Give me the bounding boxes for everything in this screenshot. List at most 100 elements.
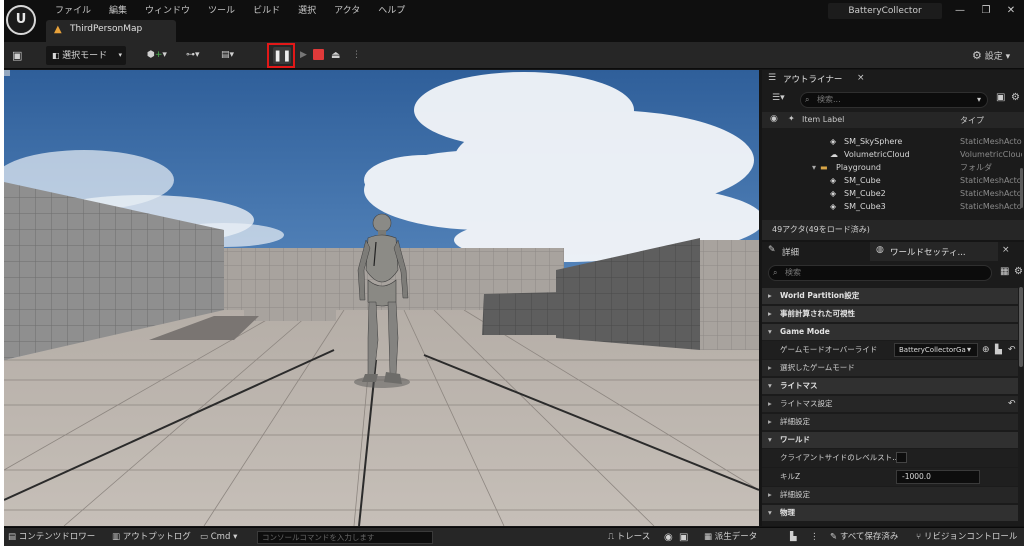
menu-build[interactable]: ビルド [244,4,289,18]
kill-z-input[interactable]: -1000.0 [896,470,980,484]
chevron-down-icon[interactable]: ▾ [967,341,971,359]
column-type[interactable]: タイプ [960,115,984,126]
menu-edit[interactable]: 編集 [100,4,136,18]
details-scrollbar[interactable] [1019,287,1023,367]
expand-arrow-icon[interactable]: ▾ [812,161,816,174]
section-lightmass[interactable]: ▾ ライトマス [762,378,1018,394]
client-side-checkbox[interactable] [896,452,907,463]
level-document-tab[interactable]: ▲ ThirdPersonMap [46,20,176,42]
gear-icon[interactable]: ⚙ [1011,92,1020,103]
menu-select[interactable]: 選択 [289,4,325,18]
derived-data-button[interactable]: ▦ 派生データ [704,528,757,546]
content-drawer-button[interactable]: ▤ コンテンツドロワー [8,528,95,546]
cloud-icon: ☁ [830,150,838,159]
outliner-row-folder[interactable]: ▾ ▬ Playground フォルダ [762,161,1024,174]
outliner-row[interactable]: ◈ SM_Cube2 StaticMeshActor [762,187,1024,200]
world-settings-label: ワールドセッティ... [890,248,966,258]
gamemode-override-select[interactable]: BatteryCollectorGa [894,343,978,357]
save-icon[interactable]: ▣ [12,46,22,65]
selected-gamemode-row[interactable]: ▸ 選択したゲームモード [762,360,1018,376]
section-physics[interactable]: ▾ 物理 [762,505,1018,521]
cinematics-icon[interactable]: ▤▾ [221,46,234,65]
outliner-scrollbar[interactable] [1020,168,1023,208]
revision-control-button[interactable]: ⑂ リビジョンコントロール [916,528,1017,546]
section-world-partition[interactable]: ▸ World Partition設定 [762,288,1018,304]
level-tab-label: ThirdPersonMap [70,24,143,34]
outliner-row[interactable]: ◈ SM_SkySphere StaticMeshActor [762,135,1024,148]
pause-button[interactable]: ❚❚ [273,47,291,64]
minimize-icon[interactable]: — [950,3,970,19]
section-precomputed-visibility[interactable]: ▸ 事前計算された可視性 [762,306,1018,322]
close-tab-icon[interactable]: × [857,73,865,83]
visibility-icon[interactable]: ◉ [770,114,778,124]
menu-file[interactable]: ファイル [46,4,100,18]
select-mode-dropdown[interactable]: ◧ 選択モード ▾ [46,46,126,65]
column-item-label[interactable]: Item Label [802,115,844,124]
screenshot-icon[interactable]: ▣ [679,528,688,546]
resume-icon[interactable]: ▶ [300,46,307,65]
branch-icon: ⑂ [916,532,922,542]
outliner-row[interactable]: ☁ VolumetricCloud VolumetricCloud [762,148,1024,161]
console-command-input[interactable]: コンソールコマンドを入力します [257,531,433,544]
reset-icon[interactable]: ↶ [1008,341,1016,359]
gamemode-override-value: BatteryCollectorGa [899,346,966,354]
filter-icon[interactable]: ☰▾ [772,93,785,103]
advanced-row-2[interactable]: ▸ 詳細設定 [762,487,1018,503]
stop-button[interactable] [313,49,324,60]
outliner-tab[interactable]: ☰ アウトライナー × [762,70,1024,88]
tab-world-settings[interactable]: ◍ ワールドセッティ... [870,242,998,261]
outliner-row[interactable]: ◈ SM_Cube StaticMeshActor [762,174,1024,187]
outliner-search-input[interactable]: ⌕ 検索... ▾ [800,92,988,108]
section-game-mode[interactable]: ▾ Game Mode [762,324,1018,340]
blueprint-icon[interactable]: ⊶▾ [186,46,200,65]
main-toolbar: ▣ ◧ 選択モード ▾ ⬢+▾ ⊶▾ ▤▾ ❚❚ ▶ ⏏ ⋮ ⚙ 設定 ▾ [4,42,1024,69]
actor-count: 49アクタ(49をロード済み) [762,220,1024,240]
eject-icon[interactable]: ⏏ [331,46,340,65]
cmd-dropdown[interactable]: ▭ Cmd ▾ [200,528,237,546]
pin-icon[interactable]: ✦ [788,114,795,123]
level-viewport[interactable] [4,70,759,526]
outliner-search-placeholder: 検索... [817,95,841,104]
reset-icon[interactable]: ↶ [1008,396,1016,412]
expand-arrow-icon: ▸ [768,309,772,318]
details-search-input[interactable]: ⌕ 検索 [768,265,992,281]
outliner-column-header: ◉ ✦ Item Label タイプ [762,112,1024,128]
outliner-row[interactable]: ◈ SM_Cube3 StaticMeshActor [762,200,1024,213]
client-side-label: クライアントサイドのレベルスト... [780,453,900,462]
save-all-button[interactable]: ✎ すべて保存済み [830,528,898,546]
unreal-editor-window: U ファイル 編集 ウィンドウ ツール ビルド 選択 アクタ ヘルプ ▲ Thi… [4,0,1024,546]
unreal-logo-icon[interactable]: U [6,5,36,35]
options-icon[interactable]: ⋮ [810,528,819,546]
row-label: Playground [836,163,881,172]
close-tab-icon[interactable]: × [1002,245,1010,255]
menu-tools[interactable]: ツール [199,4,244,18]
menu-window[interactable]: ウィンドウ [136,4,199,18]
section-world[interactable]: ▾ ワールド [762,432,1018,448]
expand-arrow-icon: ▸ [768,291,772,300]
tab-details[interactable]: 詳細 [782,246,799,258]
add-folder-icon[interactable]: ▣ [996,92,1005,103]
lightmass-settings-row[interactable]: ▸ ライトマス設定 ↶ [762,396,1018,412]
restore-icon[interactable]: ❐ [976,3,996,19]
notifications-icon[interactable]: ▙ [790,528,797,546]
collapse-arrow-icon: ▾ [768,508,772,517]
kill-z-row: キルZ -1000.0 [762,468,1018,486]
row-type: StaticMeshActor [960,176,1022,185]
settings-button[interactable]: ⚙ 設定 ▾ [972,46,1010,65]
gear-icon[interactable]: ⚙ [1014,266,1023,277]
browse-icon[interactable]: ▙ [995,341,1002,359]
advanced-row[interactable]: ▸ 詳細設定 [762,414,1018,430]
menu-actor[interactable]: アクタ [325,4,369,18]
table-view-icon[interactable]: ▦ [1000,266,1009,277]
viewport-corner [4,70,10,76]
record-icon[interactable]: ◉ [664,528,673,546]
trace-button[interactable]: ⎍ トレース [608,528,650,546]
menu-help[interactable]: ヘルプ [369,4,414,18]
more-options-icon[interactable]: ⋮ [352,46,361,65]
row-label: SM_Cube2 [844,189,886,198]
add-icon[interactable]: ⊕ [982,341,990,359]
output-log-button[interactable]: ▥ アウトプットログ [112,528,191,546]
add-actor-icon[interactable]: ⬢+▾ [147,46,167,65]
section-label: 物理 [780,508,795,517]
close-icon[interactable]: ✕ [1001,3,1021,19]
